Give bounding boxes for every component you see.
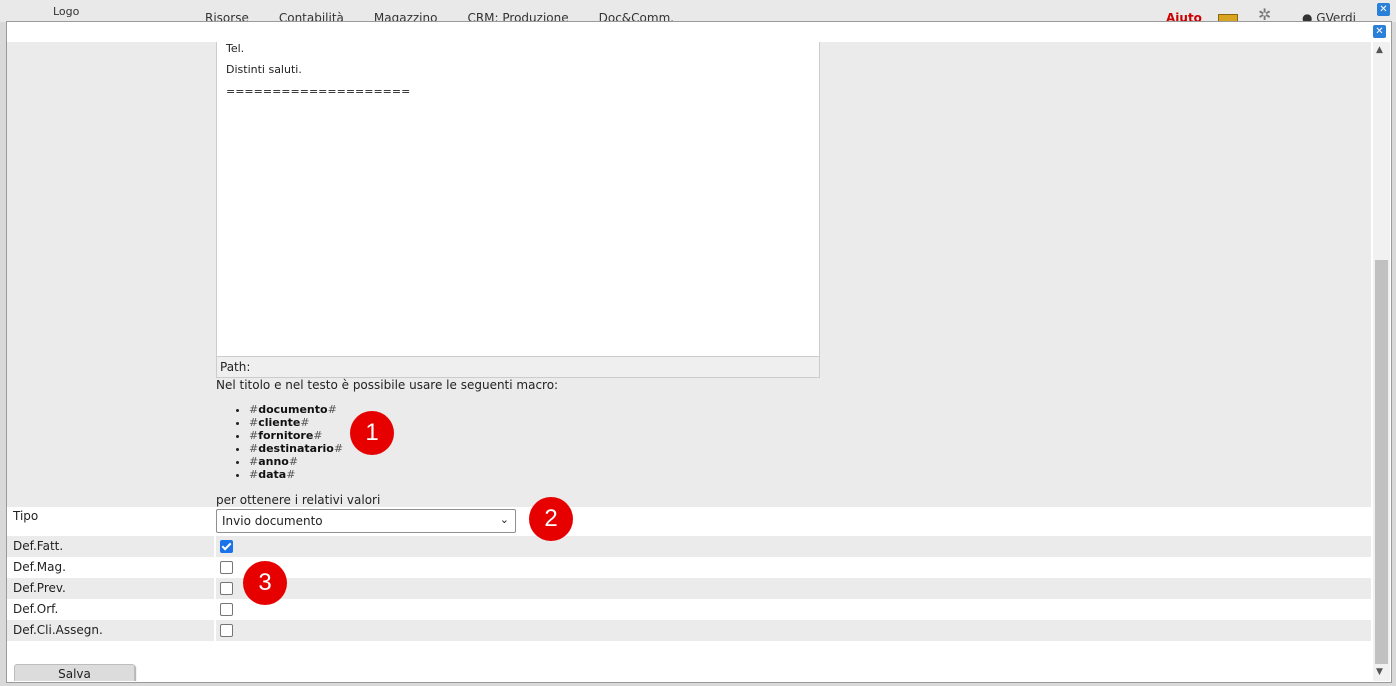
def-fatt-label: Def.Fatt.	[13, 539, 64, 553]
def-prev-row: Def.Prev.	[7, 578, 1371, 599]
tipo-select-value: Invio documento	[222, 514, 323, 528]
modal-header: ✕	[7, 22, 1391, 41]
macro-intro-text: Nel titolo e nel testo è possibile usare…	[216, 378, 559, 392]
tipo-select[interactable]: Invio documento ⌄	[216, 509, 516, 533]
def-cli-assegn-label: Def.Cli.Assegn.	[13, 623, 103, 637]
def-fatt-row: Def.Fatt.	[7, 536, 1371, 557]
vertical-scrollbar[interactable]: ▲ ▼	[1373, 42, 1390, 681]
def-prev-checkbox[interactable]	[220, 582, 233, 595]
def-cli-assegn-row: Def.Cli.Assegn.	[7, 620, 1371, 641]
modal-close-icon[interactable]: ✕	[1373, 25, 1386, 38]
list-item: #documento#	[249, 403, 343, 416]
rich-text-editor[interactable]: Tel. Distinti saluti. ==================…	[216, 42, 820, 357]
def-cli-assegn-checkbox[interactable]	[220, 624, 233, 637]
settings-form: Tipo Invio documento ⌄ Def.Fatt. Def.Mag…	[7, 507, 1371, 641]
def-orf-label: Def.Orf.	[13, 602, 59, 616]
def-mag-label: Def.Mag.	[13, 560, 66, 574]
macro-outro-text: per ottenere i relativi valori	[216, 493, 381, 507]
def-mag-row: Def.Mag.	[7, 557, 1371, 578]
def-mag-checkbox[interactable]	[220, 561, 233, 574]
def-fatt-checkbox[interactable]	[220, 540, 233, 553]
modal-dialog: ✕ Tel. Distinti saluti. ================…	[6, 21, 1392, 683]
list-item: #cliente#	[249, 416, 343, 429]
def-prev-label: Def.Prev.	[13, 581, 66, 595]
scroll-up-icon[interactable]: ▲	[1376, 45, 1383, 55]
app-topbar: Logo Risorse Contabilità Magazzino CRM: …	[0, 0, 1396, 25]
app-logo: Logo	[53, 5, 80, 18]
annotation-badge-3: 3	[243, 561, 287, 605]
path-label: Path:	[220, 360, 251, 374]
list-item: #anno#	[249, 455, 343, 468]
editor-line-separator: ====================	[226, 85, 411, 98]
tipo-row: Tipo Invio documento ⌄	[7, 507, 1371, 536]
def-orf-checkbox[interactable]	[220, 603, 233, 616]
annotation-badge-2: 2	[529, 497, 573, 541]
list-item: #destinatario#	[249, 442, 343, 455]
scrollbar-thumb[interactable]	[1375, 260, 1388, 664]
list-item: #data#	[249, 468, 343, 481]
annotation-badge-1: 1	[350, 411, 394, 455]
modal-content: Tel. Distinti saluti. ==================…	[7, 42, 1371, 681]
save-button[interactable]: Salva	[14, 664, 135, 681]
tipo-label: Tipo	[13, 509, 39, 523]
scroll-down-icon[interactable]: ▼	[1376, 667, 1383, 677]
chevron-down-icon: ⌄	[499, 513, 509, 526]
close-icon[interactable]: ✕	[1377, 3, 1390, 16]
editor-line-saluti: Distinti saluti.	[226, 63, 302, 76]
list-item: #fornitore#	[249, 429, 343, 442]
macro-list: #documento# #cliente# #fornitore# #desti…	[227, 403, 343, 481]
editor-line-tel: Tel.	[226, 42, 245, 55]
editor-path-bar: Path:	[216, 356, 820, 378]
editor-section: Tel. Distinti saluti. ==================…	[7, 42, 1371, 507]
def-orf-row: Def.Orf.	[7, 599, 1371, 620]
gear-icon[interactable]: ✲	[1258, 7, 1271, 23]
